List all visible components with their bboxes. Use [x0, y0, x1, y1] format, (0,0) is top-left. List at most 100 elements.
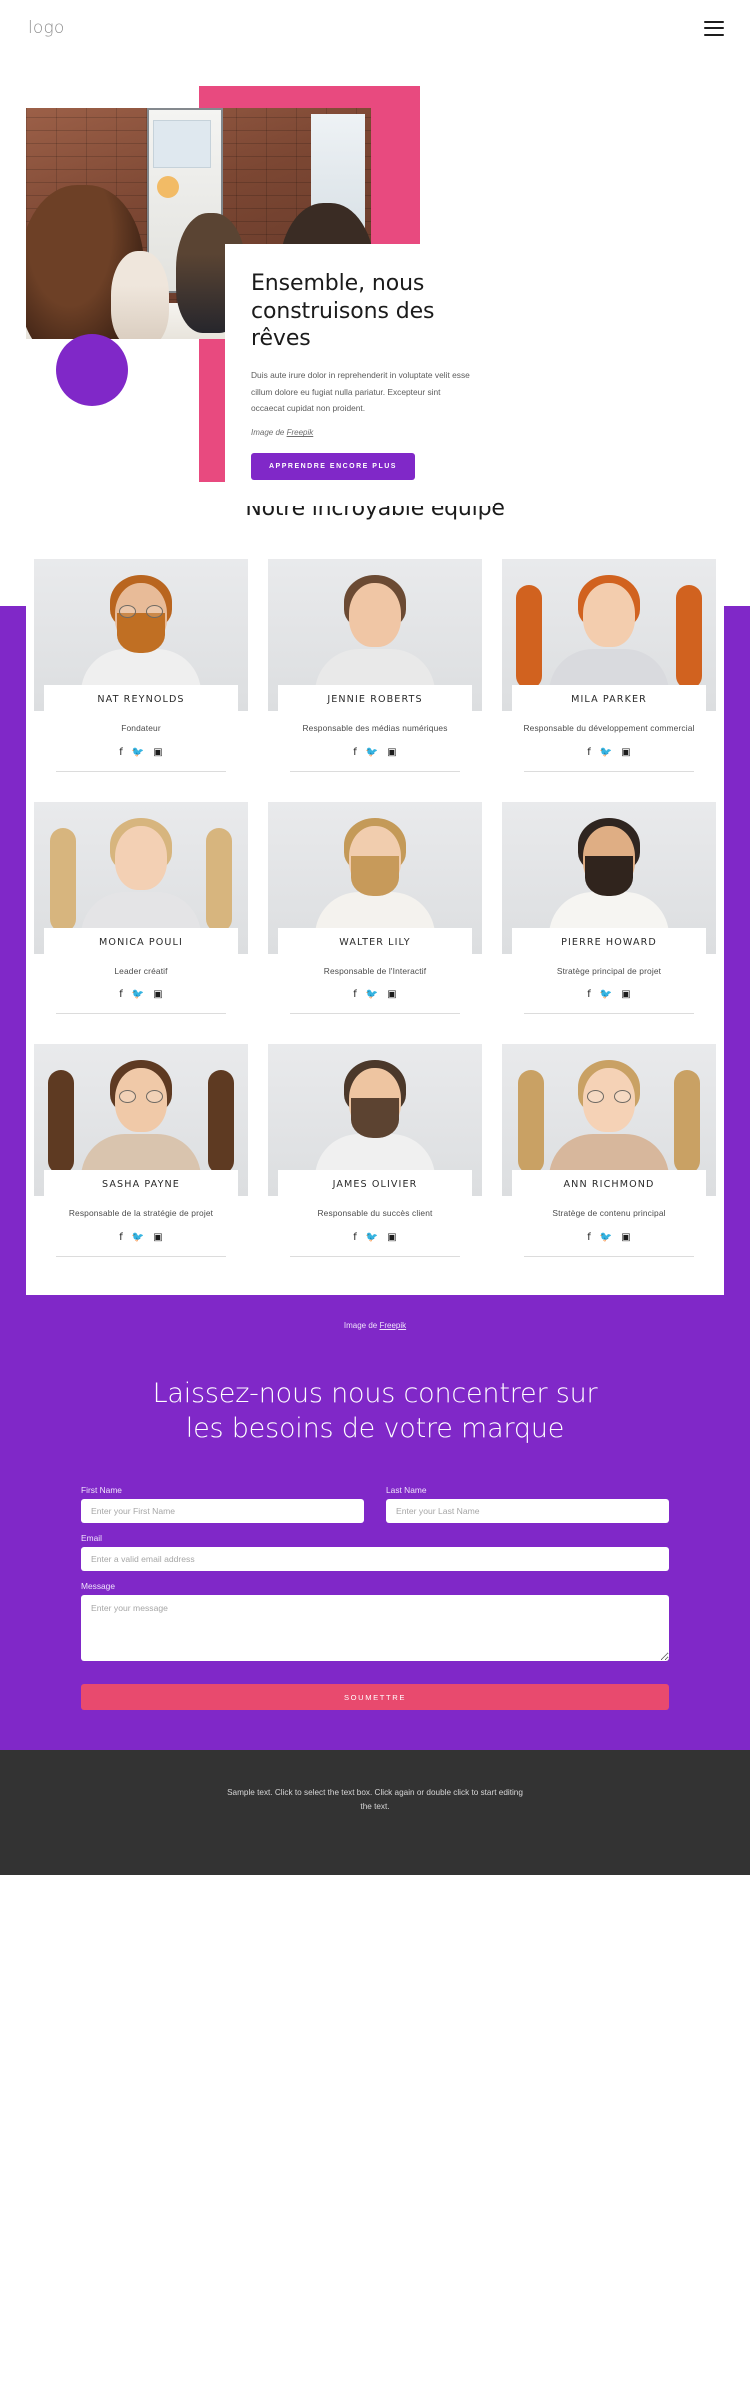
- facebook-icon[interactable]: f: [119, 990, 123, 1000]
- team-member-divider: [56, 770, 226, 772]
- team-member-divider: [290, 1255, 460, 1257]
- site-footer: Sample text. Click to select the text bo…: [0, 1750, 750, 1875]
- team-member-card[interactable]: ANN RICHMOND Stratège de contenu princip…: [502, 1044, 716, 1269]
- footer-text: Sample text. Click to select the text bo…: [227, 1788, 523, 1812]
- hero-credit-prefix: Image de: [251, 428, 287, 438]
- email-field: Email: [81, 1533, 669, 1572]
- twitter-icon[interactable]: 🐦: [600, 747, 612, 758]
- hero-title: Ensemble, nous construisons des rêves: [251, 271, 435, 352]
- facebook-icon[interactable]: f: [353, 747, 357, 758]
- facebook-icon[interactable]: f: [353, 1232, 357, 1243]
- team-member-card[interactable]: NAT REYNOLDS Fondateur f 🐦 ▣: [34, 559, 248, 784]
- glasses-icon: [119, 605, 163, 618]
- facebook-icon[interactable]: f: [119, 1232, 123, 1243]
- facebook-icon[interactable]: f: [353, 990, 357, 1000]
- name-row: First Name Last Name: [81, 1485, 669, 1533]
- instagram-icon[interactable]: ▣: [387, 990, 396, 1000]
- hero-description: Duis aute irure dolor in reprehenderit i…: [251, 370, 470, 413]
- photo-hair: [208, 1070, 234, 1175]
- team-member-divider: [56, 1013, 226, 1015]
- twitter-icon[interactable]: 🐦: [366, 1232, 378, 1243]
- twitter-icon[interactable]: 🐦: [132, 1232, 144, 1243]
- team-member-name: MONICA POULI: [99, 936, 183, 948]
- instagram-icon[interactable]: ▣: [153, 747, 162, 758]
- instagram-icon[interactable]: ▣: [153, 990, 162, 1000]
- team-member-socials: f 🐦 ▣: [502, 736, 716, 758]
- team-member-socials: f 🐦 ▣: [268, 1221, 482, 1243]
- team-member-divider: [290, 1013, 460, 1015]
- team-member-role: Responsable de la stratégie de projet: [68, 1208, 214, 1219]
- first-name-label: First Name: [81, 1485, 122, 1496]
- team-member-role: Stratège de contenu principal: [552, 1208, 666, 1219]
- instagram-icon[interactable]: ▣: [621, 747, 630, 758]
- instagram-icon[interactable]: ▣: [387, 1232, 396, 1243]
- instagram-icon[interactable]: ▣: [387, 747, 396, 758]
- facebook-icon[interactable]: f: [119, 747, 123, 758]
- instagram-icon[interactable]: ▣: [621, 990, 630, 1000]
- team-member-card[interactable]: JAMES OLIVIER Responsable du succès clie…: [268, 1044, 482, 1269]
- first-name-field: First Name: [81, 1485, 364, 1524]
- photo-hair: [674, 1070, 700, 1175]
- glasses-icon: [587, 1090, 631, 1104]
- logo[interactable]: logo: [28, 18, 65, 38]
- contact-credit-link[interactable]: Freepik: [379, 1321, 406, 1330]
- message-input[interactable]: [81, 1595, 669, 1662]
- twitter-icon[interactable]: 🐦: [600, 990, 612, 1000]
- hero-section: Ensemble, nous construisons des rêves Du…: [0, 56, 750, 507]
- contact-credit-prefix: Image de: [343, 1320, 380, 1330]
- team-member-card[interactable]: PIERRE HOWARD Stratège principal de proj…: [502, 801, 716, 1027]
- team-member-name: WALTER LILY: [339, 936, 411, 948]
- team-member-role: Stratège principal de projet: [556, 965, 662, 976]
- team-member-socials: f 🐦 ▣: [268, 736, 482, 758]
- first-name-input[interactable]: [81, 1499, 364, 1524]
- team-member-card[interactable]: JENNIE ROBERTS Responsable des médias nu…: [268, 559, 482, 784]
- photo-head: [115, 825, 167, 890]
- photo-head: [583, 583, 635, 647]
- team-member-socials: f 🐦 ▣: [268, 978, 482, 1000]
- team-member-namebar: SASHA PAYNE: [44, 1170, 238, 1200]
- twitter-icon[interactable]: 🐦: [132, 747, 144, 758]
- team-member-role: Responsable du développement commercial: [523, 723, 695, 733]
- hamburger-menu-icon[interactable]: [704, 20, 724, 36]
- team-member-divider: [524, 1255, 694, 1257]
- submit-button[interactable]: SOUMETTRE: [81, 1684, 669, 1711]
- team-grid: NAT REYNOLDS Fondateur f 🐦 ▣ JENNIE ROBE…: [34, 559, 716, 1269]
- twitter-icon[interactable]: 🐦: [366, 747, 378, 758]
- facebook-icon[interactable]: f: [587, 1232, 591, 1243]
- photo-beard: [351, 1098, 399, 1139]
- burger-line: [704, 20, 724, 23]
- facebook-icon[interactable]: f: [587, 990, 591, 1000]
- last-name-field: Last Name: [386, 1485, 669, 1524]
- hero-card: Ensemble, nous construisons des rêves Du…: [225, 244, 494, 507]
- team-member-card[interactable]: SASHA PAYNE Responsable de la stratégie …: [34, 1044, 248, 1269]
- instagram-icon[interactable]: ▣: [621, 1232, 630, 1243]
- last-name-label: Last Name: [386, 1485, 427, 1496]
- email-input[interactable]: [81, 1547, 669, 1572]
- team-member-name: JAMES OLIVIER: [332, 1179, 418, 1191]
- instagram-icon[interactable]: ▣: [153, 1232, 162, 1243]
- contact-section: Image de Freepik Laissez-nous nous conce…: [0, 1294, 750, 1751]
- hero-credit-link[interactable]: Freepik: [287, 428, 314, 437]
- glasses-icon: [119, 1090, 163, 1104]
- team-member-socials: f 🐦 ▣: [502, 978, 716, 1000]
- site-header: logo: [0, 0, 750, 56]
- team-section: Notre incroyable équipe NAT REYNOLDS Fon…: [0, 496, 750, 1621]
- photo-head: [349, 583, 401, 647]
- message-label: Message: [81, 1581, 115, 1592]
- team-member-card[interactable]: WALTER LILY Responsable de l'Interactif …: [268, 801, 482, 1027]
- learn-more-button[interactable]: APPRENDRE ENCORE PLUS: [251, 453, 415, 481]
- hero-image-person: [111, 251, 169, 339]
- contact-form: First Name Last Name Email Message SOUME…: [81, 1485, 669, 1711]
- photo-hair: [48, 1070, 74, 1175]
- twitter-icon[interactable]: 🐦: [132, 990, 144, 1000]
- twitter-icon[interactable]: 🐦: [600, 1232, 612, 1243]
- team-member-namebar: JENNIE ROBERTS: [278, 685, 472, 714]
- last-name-input[interactable]: [386, 1499, 669, 1524]
- team-member-name: SASHA PAYNE: [102, 1179, 180, 1191]
- team-member-card[interactable]: MONICA POULI Leader créatif f 🐦 ▣: [34, 801, 248, 1027]
- burger-line: [704, 33, 724, 36]
- contact-image-credit: Image de Freepik: [0, 1321, 750, 1330]
- twitter-icon[interactable]: 🐦: [366, 990, 378, 1000]
- team-member-card[interactable]: MILA PARKER Responsable du développement…: [502, 559, 716, 784]
- facebook-icon[interactable]: f: [587, 747, 591, 758]
